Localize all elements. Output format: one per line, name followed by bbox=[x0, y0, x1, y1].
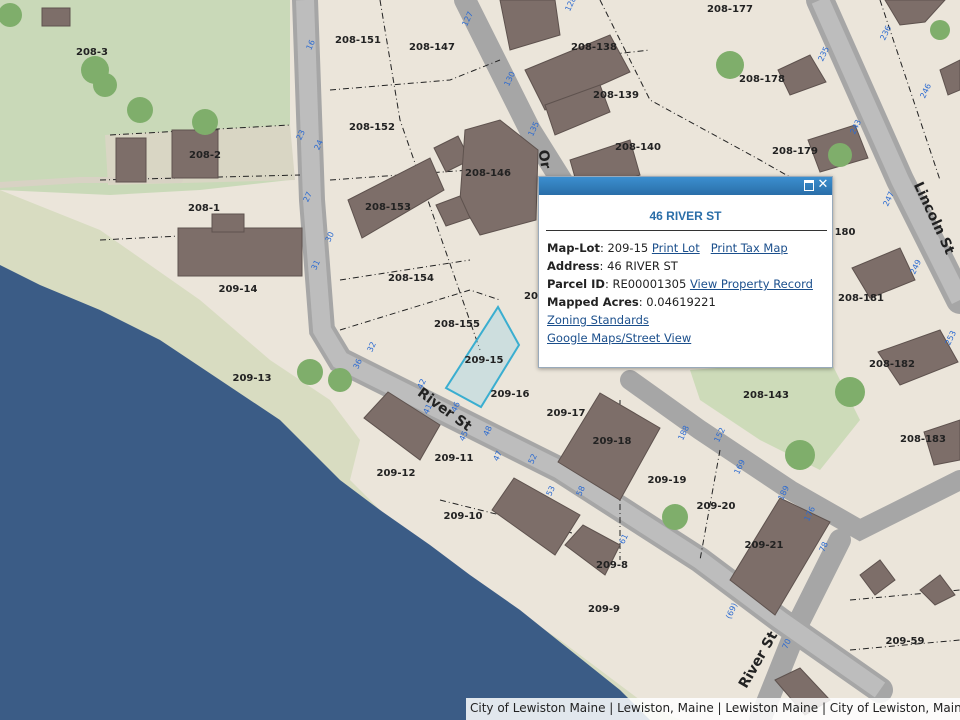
lot-label: 209-20 bbox=[697, 501, 736, 512]
address-value: 46 RIVER ST bbox=[607, 259, 678, 273]
map-attribution: City of Lewiston Maine | Lewiston, Maine… bbox=[466, 698, 960, 720]
lot-label: 208-146 bbox=[465, 168, 511, 179]
popup-body: Map-Lot: 209-15 Print Lot Print Tax Map … bbox=[539, 239, 832, 347]
lot-label: 209-15 bbox=[465, 355, 504, 366]
lot-label: 209-17 bbox=[547, 408, 586, 419]
lot-label: 209-9 bbox=[588, 604, 620, 615]
lot-label: 208-182 bbox=[869, 359, 915, 370]
lot-label: 209-10 bbox=[444, 511, 483, 522]
acres-value: 0.04619221 bbox=[646, 295, 716, 309]
address-row: Address: 46 RIVER ST bbox=[547, 259, 678, 273]
lot-label: 209-8 bbox=[596, 560, 628, 571]
parcel-info-popup: ✕ 46 RIVER ST Map-Lot: 209-15 Print Lot … bbox=[538, 176, 833, 368]
lot-label: 209-14 bbox=[219, 284, 258, 295]
lot-label: 180 bbox=[835, 227, 856, 238]
lot-label: 208-1 bbox=[188, 203, 220, 214]
lot-label: 209-16 bbox=[491, 389, 530, 400]
parcel-label: Parcel ID bbox=[547, 277, 605, 291]
popup-title: 46 RIVER ST bbox=[649, 209, 722, 223]
print-tax-map-link[interactable]: Print Tax Map bbox=[711, 241, 788, 255]
lot-label: 208-140 bbox=[615, 142, 661, 153]
maplot-row: Map-Lot: 209-15 Print Lot Print Tax Map bbox=[547, 241, 788, 255]
lot-label: 20 bbox=[524, 291, 538, 302]
lot-label: 208-3 bbox=[76, 47, 108, 58]
lot-label: 209-59 bbox=[886, 636, 925, 647]
maximize-icon[interactable] bbox=[802, 178, 816, 192]
lot-label: 209-21 bbox=[745, 540, 784, 551]
lot-label: 208-151 bbox=[335, 35, 381, 46]
maplot-value: 209-15 bbox=[607, 241, 649, 255]
maplot-label: Map-Lot bbox=[547, 241, 600, 255]
lot-label: 208-177 bbox=[707, 4, 753, 15]
popup-divider bbox=[546, 230, 827, 231]
lot-label: 208-178 bbox=[739, 74, 785, 85]
lot-label: 208-153 bbox=[365, 202, 411, 213]
parcel-row: Parcel ID: RE00001305 View Property Reco… bbox=[547, 277, 813, 291]
lot-label: 209-19 bbox=[648, 475, 687, 486]
lot-label: 208-154 bbox=[388, 273, 434, 284]
lot-label: 208-183 bbox=[900, 434, 946, 445]
lot-label: 208-143 bbox=[743, 390, 789, 401]
lot-label: 209-18 bbox=[593, 436, 632, 447]
lot-label: 209-12 bbox=[377, 468, 416, 479]
lot-label: 209-13 bbox=[233, 373, 272, 384]
lot-label: 208-2 bbox=[189, 150, 221, 161]
acres-row: Mapped Acres: 0.04619221 bbox=[547, 295, 716, 309]
lot-label: 208-181 bbox=[838, 293, 884, 304]
close-icon[interactable]: ✕ bbox=[816, 178, 830, 192]
acres-label: Mapped Acres bbox=[547, 295, 639, 309]
lot-label: 208-139 bbox=[593, 90, 639, 101]
lot-label: 208-179 bbox=[772, 146, 818, 157]
address-label: Address bbox=[547, 259, 600, 273]
popup-header: ✕ bbox=[539, 177, 832, 195]
street-label: Or bbox=[534, 149, 553, 170]
lot-label: 209-11 bbox=[435, 453, 474, 464]
view-property-record-link[interactable]: View Property Record bbox=[690, 277, 813, 291]
zoning-standards-link[interactable]: Zoning Standards bbox=[547, 313, 649, 327]
lot-label: 208-147 bbox=[409, 42, 455, 53]
lot-label: 208-152 bbox=[349, 122, 395, 133]
lot-label: 208-155 bbox=[434, 319, 480, 330]
google-maps-link[interactable]: Google Maps/Street View bbox=[547, 331, 691, 345]
parcel-value: RE00001305 bbox=[612, 277, 687, 291]
lot-label: 208-138 bbox=[571, 42, 617, 53]
print-lot-link[interactable]: Print Lot bbox=[652, 241, 700, 255]
